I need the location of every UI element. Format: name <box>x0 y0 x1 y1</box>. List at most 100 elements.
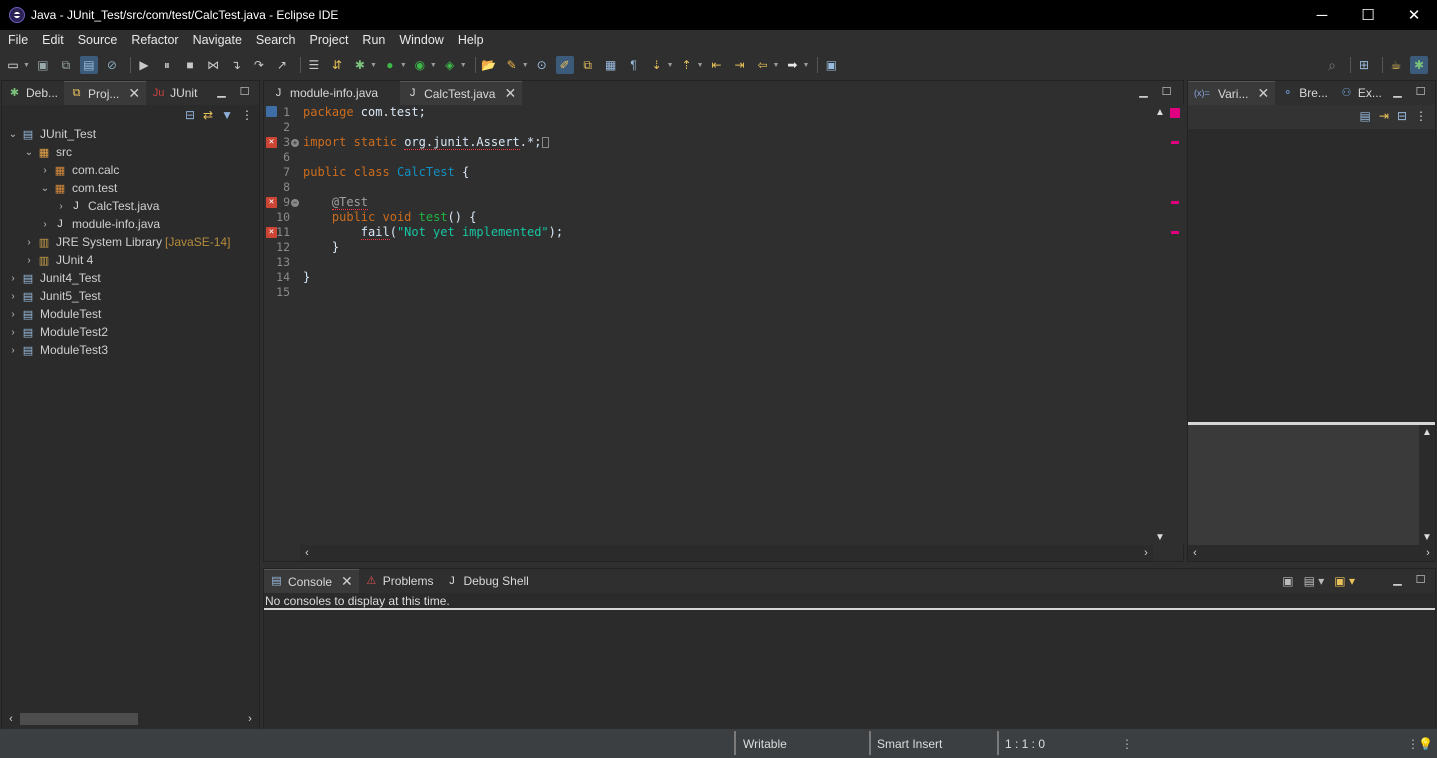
menu-file[interactable]: File <box>1 30 35 50</box>
error-overview-mark[interactable] <box>1171 231 1179 234</box>
maximize-view-icon[interactable]: ☐ <box>238 85 251 98</box>
chevron-right-icon[interactable]: › <box>22 255 36 266</box>
tab-calctest[interactable]: J CalcTest.java ✕ <box>400 81 523 105</box>
tree-item-module-info[interactable]: › J module-info.java <box>6 215 230 233</box>
toggle-block-selection-icon[interactable]: ⧉ <box>579 56 597 74</box>
tree-item-jre-library[interactable]: › ▥ JRE System Library [JavaSE-14] <box>6 233 230 251</box>
minimize-view-icon[interactable]: ▁ <box>1391 573 1404 586</box>
close-icon[interactable]: ✕ <box>128 85 140 102</box>
next-annotation-dropdown-icon[interactable]: ▼ <box>667 62 674 69</box>
open-perspective-icon[interactable]: ⊞ <box>1355 56 1373 74</box>
error-marker-icon[interactable]: ✕ <box>266 197 277 208</box>
tree-item-calctest-java[interactable]: › J CalcTest.java <box>6 197 230 215</box>
new-icon[interactable]: ▭ <box>4 56 22 74</box>
bookmark-icon[interactable] <box>266 106 277 117</box>
forward-edit-icon[interactable]: ⇥ <box>731 56 749 74</box>
tab-debug[interactable]: ✱ Deb... <box>2 81 64 105</box>
tab-breakpoints[interactable]: ⚬ Bre... <box>1275 81 1334 105</box>
use-step-filters-icon[interactable]: ⇵ <box>328 56 346 74</box>
tree-item-moduletest2[interactable]: › ▤ ModuleTest2 <box>6 323 230 341</box>
menu-navigate[interactable]: Navigate <box>186 30 249 50</box>
detail-vscrollbar[interactable]: ▲ ▼ <box>1419 425 1435 545</box>
toggle-highlight-icon[interactable]: ✐ <box>555 56 574 74</box>
scroll-down-icon[interactable]: ▼ <box>1155 532 1165 543</box>
forward-icon[interactable]: ➡ <box>783 56 801 74</box>
skip-breakpoints-icon[interactable]: ⊘ <box>103 56 121 74</box>
collapse-all-icon[interactable]: ⊟ <box>1397 109 1407 123</box>
menu-source[interactable]: Source <box>71 30 125 50</box>
back-dropdown-icon[interactable]: ▼ <box>773 62 780 69</box>
chevron-right-icon[interactable]: › <box>38 165 52 176</box>
error-marker-icon[interactable]: ✕ <box>266 227 277 238</box>
variable-detail-pane[interactable] <box>1188 425 1419 545</box>
package-explorer-hscrollbar[interactable]: ‹ › <box>4 711 257 727</box>
open-type-icon[interactable]: 📂 <box>480 56 498 74</box>
terminal-icon[interactable]: ▤ <box>79 56 98 74</box>
scroll-left-icon[interactable]: ‹ <box>4 713 18 725</box>
close-icon[interactable]: ✕ <box>1257 85 1269 102</box>
close-button[interactable]: ✕ <box>1391 0 1437 30</box>
chevron-right-icon[interactable]: › <box>6 291 20 302</box>
scroll-up-icon[interactable]: ▲ <box>1155 107 1165 118</box>
last-edit-icon[interactable]: ⇤ <box>708 56 726 74</box>
forward-dropdown-icon[interactable]: ▼ <box>802 62 809 69</box>
menu-search[interactable]: Search <box>249 30 303 50</box>
show-logical-structure-icon[interactable]: ⇥ <box>1379 109 1389 123</box>
link-with-editor-icon[interactable]: ⇄ <box>203 108 213 122</box>
scroll-right-icon[interactable]: › <box>1421 547 1435 559</box>
chevron-right-icon[interactable]: › <box>6 327 20 338</box>
overview-ruler[interactable] <box>1168 105 1184 545</box>
toggle-mark-occurrences-icon[interactable]: ⊙ <box>533 56 551 74</box>
minimize-view-icon[interactable]: ▁ <box>1391 85 1404 98</box>
new-console-icon[interactable]: ▣ ▾ <box>1334 574 1355 588</box>
new-dropdown-icon[interactable]: ▼ <box>23 62 30 69</box>
collapse-all-icon[interactable]: ⊟ <box>185 108 195 122</box>
tab-module-info[interactable]: J module-info.java <box>264 81 384 105</box>
editor-vscrollbar[interactable]: ▲ ▼ <box>1153 105 1167 545</box>
chevron-right-icon[interactable]: › <box>54 201 68 212</box>
status-cursor-position[interactable]: 1 : 1 : 0 <box>1005 735 1045 753</box>
menu-help[interactable]: Help <box>451 30 491 50</box>
minimize-view-icon[interactable]: ▁ <box>215 85 228 98</box>
save-all-icon[interactable]: ⧉ <box>57 56 75 74</box>
folded-block-icon[interactable] <box>542 137 550 148</box>
view-menu-icon[interactable]: ⋮ <box>241 108 253 122</box>
tree-item-moduletest3[interactable]: › ▤ ModuleTest3 <box>6 341 230 359</box>
chevron-right-icon[interactable]: › <box>38 219 52 230</box>
scroll-right-icon[interactable]: › <box>243 713 257 725</box>
coverage-icon[interactable]: ◉ <box>411 56 429 74</box>
error-marker-icon[interactable]: ✕ <box>266 137 277 148</box>
tree-item-com-test[interactable]: ⌄ ▦ com.test <box>6 179 230 197</box>
tip-lightbulb-icon[interactable]: 💡 <box>1418 735 1433 753</box>
error-overview-mark[interactable] <box>1171 141 1179 144</box>
tab-junit[interactable]: Ju JUnit <box>146 81 203 105</box>
terminate-icon[interactable]: ■ <box>181 56 199 74</box>
chevron-right-icon[interactable]: › <box>22 237 36 248</box>
step-return-icon[interactable]: ↗ <box>273 56 291 74</box>
maximize-view-icon[interactable]: ☐ <box>1414 573 1427 586</box>
fold-collapse-icon[interactable]: − <box>291 199 299 207</box>
disconnect-icon[interactable]: ⋈ <box>204 56 222 74</box>
step-into-icon[interactable]: ↴ <box>227 56 245 74</box>
filter-icon[interactable]: ▼ <box>221 108 233 122</box>
menu-refactor[interactable]: Refactor <box>124 30 185 50</box>
external-tools-dropdown-icon[interactable]: ▼ <box>460 62 467 69</box>
status-insert-mode[interactable]: Smart Insert <box>877 735 942 753</box>
open-console-icon[interactable]: ▣ <box>1282 574 1293 588</box>
tab-project-explorer[interactable]: ⧉ Proj... ✕ <box>64 81 147 105</box>
fold-expand-icon[interactable]: + <box>291 139 299 147</box>
save-icon[interactable]: ▣ <box>34 56 52 74</box>
close-icon[interactable]: ✕ <box>341 573 353 590</box>
chevron-down-icon[interactable]: ⌄ <box>6 129 20 140</box>
resume-icon[interactable]: ▶ <box>135 56 153 74</box>
step-over-icon[interactable]: ↷ <box>250 56 268 74</box>
external-tools-icon[interactable]: ◈ <box>441 56 459 74</box>
show-type-names-icon[interactable]: ▤ <box>1360 109 1371 123</box>
variables-hscrollbar[interactable]: ‹ › <box>1188 545 1435 561</box>
run-icon[interactable]: ● <box>381 56 399 74</box>
previous-annotation-dropdown-icon[interactable]: ▼ <box>697 62 704 69</box>
tree-item-junit5-test[interactable]: › ▤ Junit5_Test <box>6 287 230 305</box>
debug-perspective-icon[interactable]: ✱ <box>1410 56 1428 74</box>
tree-item-junit-test[interactable]: ⌄ ▤ JUnit_Test <box>6 125 230 143</box>
maximize-button[interactable]: ☐ <box>1345 0 1391 30</box>
